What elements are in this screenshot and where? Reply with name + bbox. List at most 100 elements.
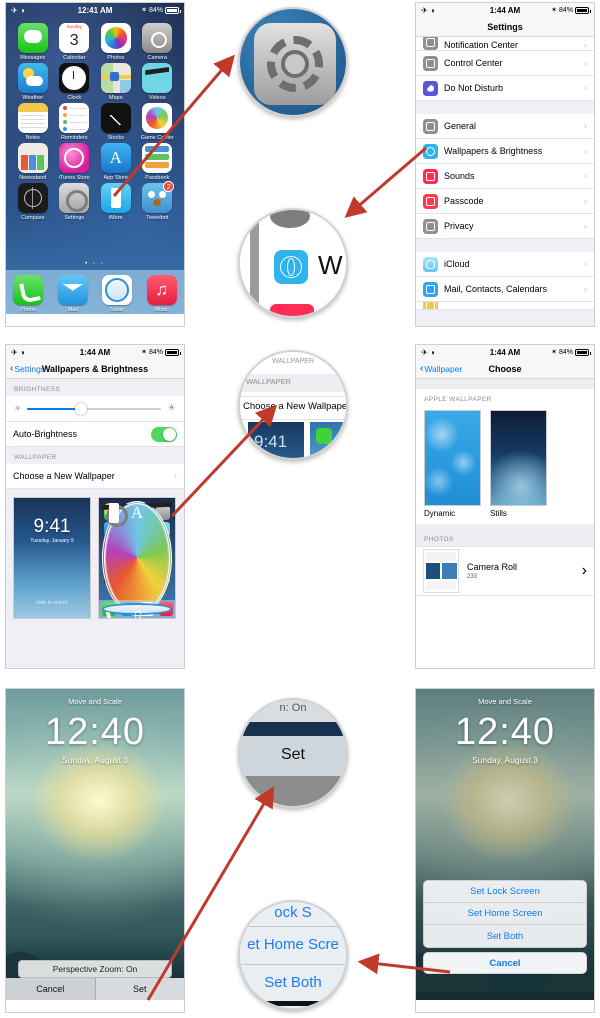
chevron-right-icon: › bbox=[584, 196, 587, 206]
callout-group-header: WALLPAPER bbox=[246, 377, 292, 386]
wallpaper-previews: 9:41 Tuesday, January 9 slide to unlock bbox=[6, 489, 184, 627]
preview-dock bbox=[99, 600, 175, 618]
dock-music[interactable]: Music bbox=[146, 274, 177, 313]
perspective-zoom-button[interactable]: Perspective Zoom: On bbox=[18, 960, 172, 978]
app-tweetbot[interactable]: 2 Tweetbot bbox=[137, 181, 179, 221]
auto-brightness-row[interactable]: Auto-Brightness bbox=[6, 422, 184, 447]
preview-grid bbox=[99, 498, 175, 584]
wallpaper-dynamic[interactable]: Dynamic bbox=[424, 410, 481, 518]
app-label: Videos bbox=[148, 95, 166, 101]
app-messages[interactable]: Messages bbox=[12, 23, 54, 61]
wallpaper-stills[interactable]: Stills bbox=[490, 410, 547, 518]
phone-choose-wallpaper: ✈ ◗ 1:44 AM ✶ 84% ‹ Wallpaper Choose APPL… bbox=[415, 344, 595, 669]
settings-row-mail-contacts-calendars[interactable]: Mail, Contacts, Calendars › bbox=[416, 277, 594, 302]
set-home-screen-button[interactable]: Set Home Screen bbox=[424, 903, 586, 925]
app-calendar[interactable]: Sunday 3 Calendar bbox=[54, 23, 96, 61]
wallpapers-icon-zoom bbox=[274, 250, 308, 284]
settings-row-do-not-disturb[interactable]: Do Not Disturb › bbox=[416, 76, 594, 101]
calendar-icon: Sunday 3 bbox=[59, 23, 90, 53]
phone-home-screen: ✈ ◗ 12:41 AM ✶ 84% Messages Sunday 3 Calen… bbox=[5, 2, 185, 327]
calendar-weekday: Sunday bbox=[59, 23, 90, 31]
calendar-day: 3 bbox=[69, 32, 79, 49]
set-button[interactable]: Set bbox=[95, 978, 184, 1000]
brightness-slider[interactable] bbox=[27, 402, 162, 415]
app-camera[interactable]: Camera bbox=[137, 23, 179, 61]
settings-row-wallpapers-brightness[interactable]: Wallpapers & Brightness › bbox=[416, 139, 594, 164]
camera-roll-row[interactable]: Camera Roll 233 › bbox=[416, 546, 594, 596]
back-button[interactable]: ‹ Settings bbox=[10, 363, 45, 374]
slider-knob[interactable] bbox=[74, 402, 87, 415]
app-newsstand[interactable]: Newsstand bbox=[12, 143, 54, 181]
page-title: Settings bbox=[487, 21, 523, 32]
app-label: Tweetbot bbox=[146, 215, 169, 221]
app-weather[interactable]: Weather bbox=[12, 63, 54, 101]
settings-list[interactable]: Notification Center › Control Center › D… bbox=[416, 37, 594, 326]
chevron-right-icon: › bbox=[584, 146, 587, 156]
chevron-right-icon: › bbox=[581, 562, 587, 579]
preview-slide-to-unlock: slide to unlock bbox=[36, 600, 68, 606]
app-imore[interactable]: iMore bbox=[95, 183, 137, 221]
battery-icon bbox=[165, 6, 181, 14]
dock-phone[interactable]: Phone bbox=[13, 274, 44, 313]
row-label: Mail, Contacts, Calendars bbox=[444, 284, 548, 294]
settings-row-passcode[interactable]: Passcode › bbox=[416, 189, 594, 214]
dock-mail[interactable]: Mail bbox=[57, 274, 88, 313]
cancel-button[interactable]: Cancel bbox=[6, 978, 95, 1000]
settings-row-notification-center[interactable]: Notification Center › bbox=[416, 37, 594, 51]
settings-row-control-center[interactable]: Control Center › bbox=[416, 51, 594, 76]
callout-label: Set bbox=[280, 746, 305, 763]
nav-bar: Settings bbox=[416, 17, 594, 37]
callout-top-text: WALLPAPER bbox=[271, 358, 314, 365]
app-clock[interactable]: Clock bbox=[54, 63, 96, 101]
row-label: Passcode bbox=[444, 196, 484, 206]
photos-icon bbox=[100, 23, 131, 53]
app-settings[interactable]: Settings bbox=[54, 183, 96, 221]
set-both-button[interactable]: Set Both bbox=[424, 925, 586, 947]
move-scale-screen[interactable]: Move and Scale 12:40 Sunday, August 3 Pe… bbox=[6, 689, 184, 1000]
app-videos[interactable]: Videos bbox=[137, 63, 179, 101]
status-right: ✶ 84% bbox=[141, 6, 181, 14]
choose-new-wallpaper-row[interactable]: Choose a New Wallpaper › bbox=[6, 464, 184, 489]
app-notes[interactable]: Notes bbox=[12, 103, 54, 141]
settings-row-notes-partial[interactable] bbox=[416, 302, 594, 310]
app-itunes-store[interactable]: iTunes Store bbox=[54, 143, 96, 181]
set-lock-screen-button[interactable]: Set Lock Screen bbox=[424, 881, 586, 903]
battery-percent: 84% bbox=[148, 348, 163, 356]
chevron-right-icon: › bbox=[584, 83, 587, 93]
back-button[interactable]: ‹ Wallpaper bbox=[420, 363, 462, 374]
brightness-high-icon: ☀ bbox=[167, 403, 176, 414]
action-sheet-screen: Move and Scale 12:40 Sunday, August 3 Se… bbox=[416, 689, 594, 1000]
home-screen-preview[interactable] bbox=[98, 497, 176, 619]
callout-wallpapers-row: W bbox=[238, 208, 348, 318]
callout-choose-wallpaper: WALLPAPER WALLPAPER Choose a New Wallpap… bbox=[238, 350, 348, 460]
lock-screen-preview[interactable]: 9:41 Tuesday, January 9 slide to unlock bbox=[13, 497, 91, 619]
settings-row-sounds[interactable]: Sounds › bbox=[416, 164, 594, 189]
row-label: Privacy bbox=[444, 221, 474, 231]
app-passbook[interactable]: Passbook bbox=[137, 143, 179, 181]
callout-set-both: ock S et Home Scre Set Both bbox=[238, 900, 348, 1010]
app-photos[interactable]: Photos bbox=[95, 23, 137, 61]
page-title: Wallpapers & Brightness bbox=[41, 363, 149, 374]
camera-roll-name: Camera Roll bbox=[467, 562, 518, 572]
wallpaper-caption: Stills bbox=[490, 509, 507, 518]
app-maps[interactable]: Maps bbox=[95, 63, 137, 101]
cancel-button[interactable]: Cancel bbox=[423, 952, 587, 974]
app-stocks[interactable]: Stocks bbox=[95, 103, 137, 141]
app-label: Maps bbox=[109, 95, 123, 101]
auto-brightness-toggle[interactable] bbox=[151, 426, 177, 442]
app-compass[interactable]: Compass bbox=[12, 183, 54, 221]
app-reminders[interactable]: Reminders bbox=[54, 103, 96, 141]
callout-set-button: n: On Set bbox=[238, 698, 348, 808]
phone-settings: ✈ ◗ 1:44 AM ✶ 84% Settings Notification … bbox=[415, 2, 595, 327]
settings-row-privacy[interactable]: Privacy › bbox=[416, 214, 594, 239]
app-label: iMore bbox=[108, 215, 123, 221]
home-screen: ✈ ◗ 12:41 AM ✶ 84% Messages Sunday 3 Calen… bbox=[6, 3, 184, 314]
reminders-icon bbox=[59, 103, 90, 133]
app-app-store[interactable]: App Store bbox=[95, 143, 137, 181]
chevron-right-icon: › bbox=[584, 58, 587, 68]
settings-row-general[interactable]: General › bbox=[416, 114, 594, 139]
settings-row-icloud[interactable]: iCloud › bbox=[416, 252, 594, 277]
app-game-center[interactable]: Game Center bbox=[137, 103, 179, 141]
dock-safari[interactable]: Safari bbox=[102, 274, 133, 313]
list-gap bbox=[416, 101, 594, 114]
